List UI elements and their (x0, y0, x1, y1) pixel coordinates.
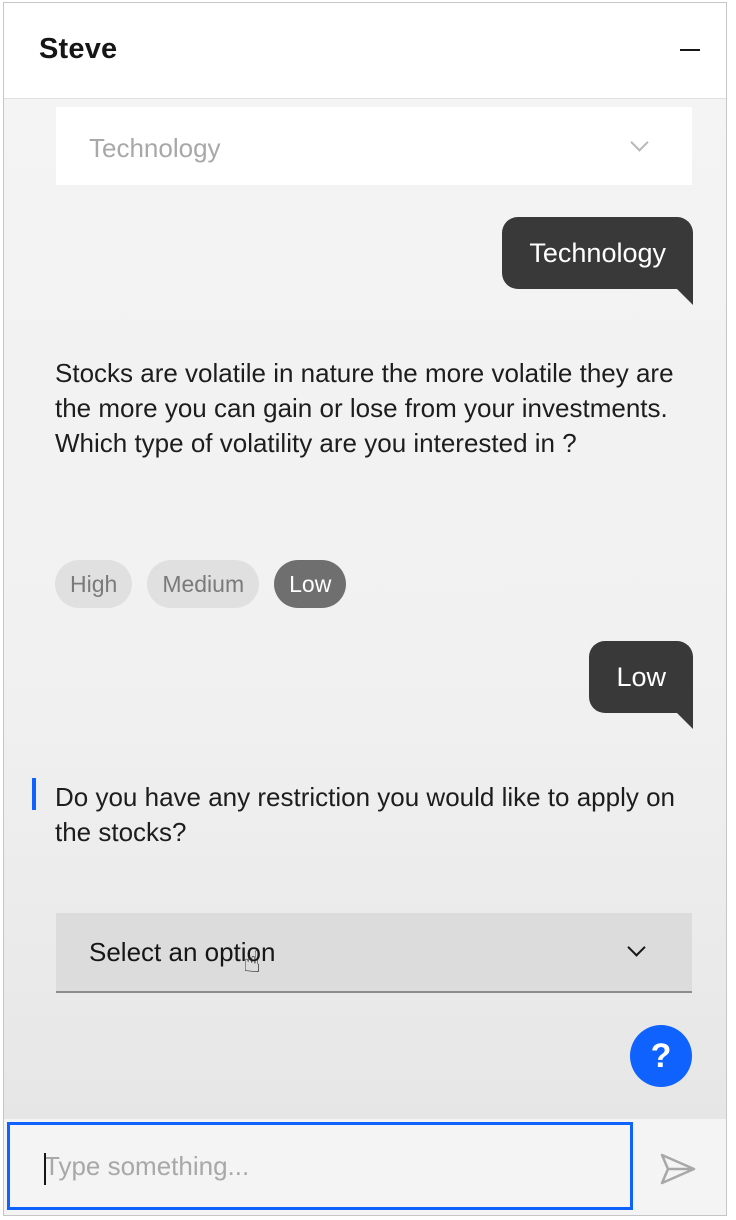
minimize-icon[interactable] (678, 37, 704, 63)
send-icon[interactable] (658, 1149, 698, 1189)
bot-message-text: Stocks are volatile in nature the more v… (55, 358, 674, 458)
text-caret (44, 1153, 46, 1185)
option-chip-low[interactable]: Low (274, 560, 347, 608)
chat-footer (4, 1119, 726, 1215)
chat-window: Steve Technology Technology Stocks are v… (3, 2, 727, 1216)
user-message: Low (589, 641, 693, 729)
previous-dropdown-value: Technology (89, 133, 221, 163)
restriction-select[interactable]: Select an option (56, 913, 692, 993)
chevron-down-icon (630, 133, 649, 152)
volatility-options: High Medium Low (55, 560, 347, 608)
option-chip-medium[interactable]: Medium (147, 560, 260, 608)
chat-header: Steve (4, 3, 726, 99)
previous-dropdown: Technology (56, 107, 692, 185)
bot-message: Stocks are volatile in nature the more v… (55, 356, 695, 461)
user-message: Technology (502, 217, 693, 305)
chevron-down-icon (627, 938, 646, 957)
hand-cursor-icon: ☝ (243, 946, 262, 979)
focus-indicator (32, 778, 36, 810)
message-input[interactable] (7, 1122, 633, 1210)
option-chip-high[interactable]: High (55, 560, 133, 608)
bot-message-text: Do you have any restriction you would li… (55, 782, 676, 847)
help-button[interactable]: ? (630, 1025, 692, 1087)
bot-message: Do you have any restriction you would li… (55, 780, 695, 850)
chat-title: Steve (39, 33, 118, 65)
